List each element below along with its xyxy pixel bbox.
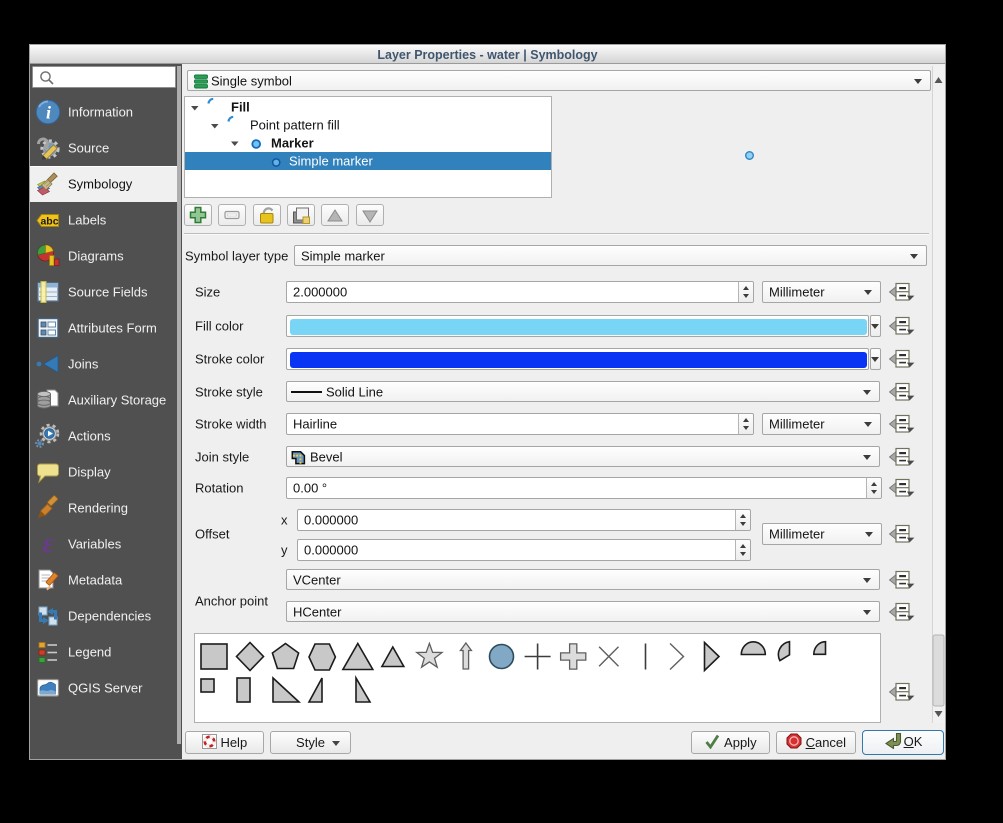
svg-text:abc: abc <box>40 216 58 228</box>
svg-text:ε: ε <box>42 531 53 557</box>
svg-text:i: i <box>46 103 51 123</box>
